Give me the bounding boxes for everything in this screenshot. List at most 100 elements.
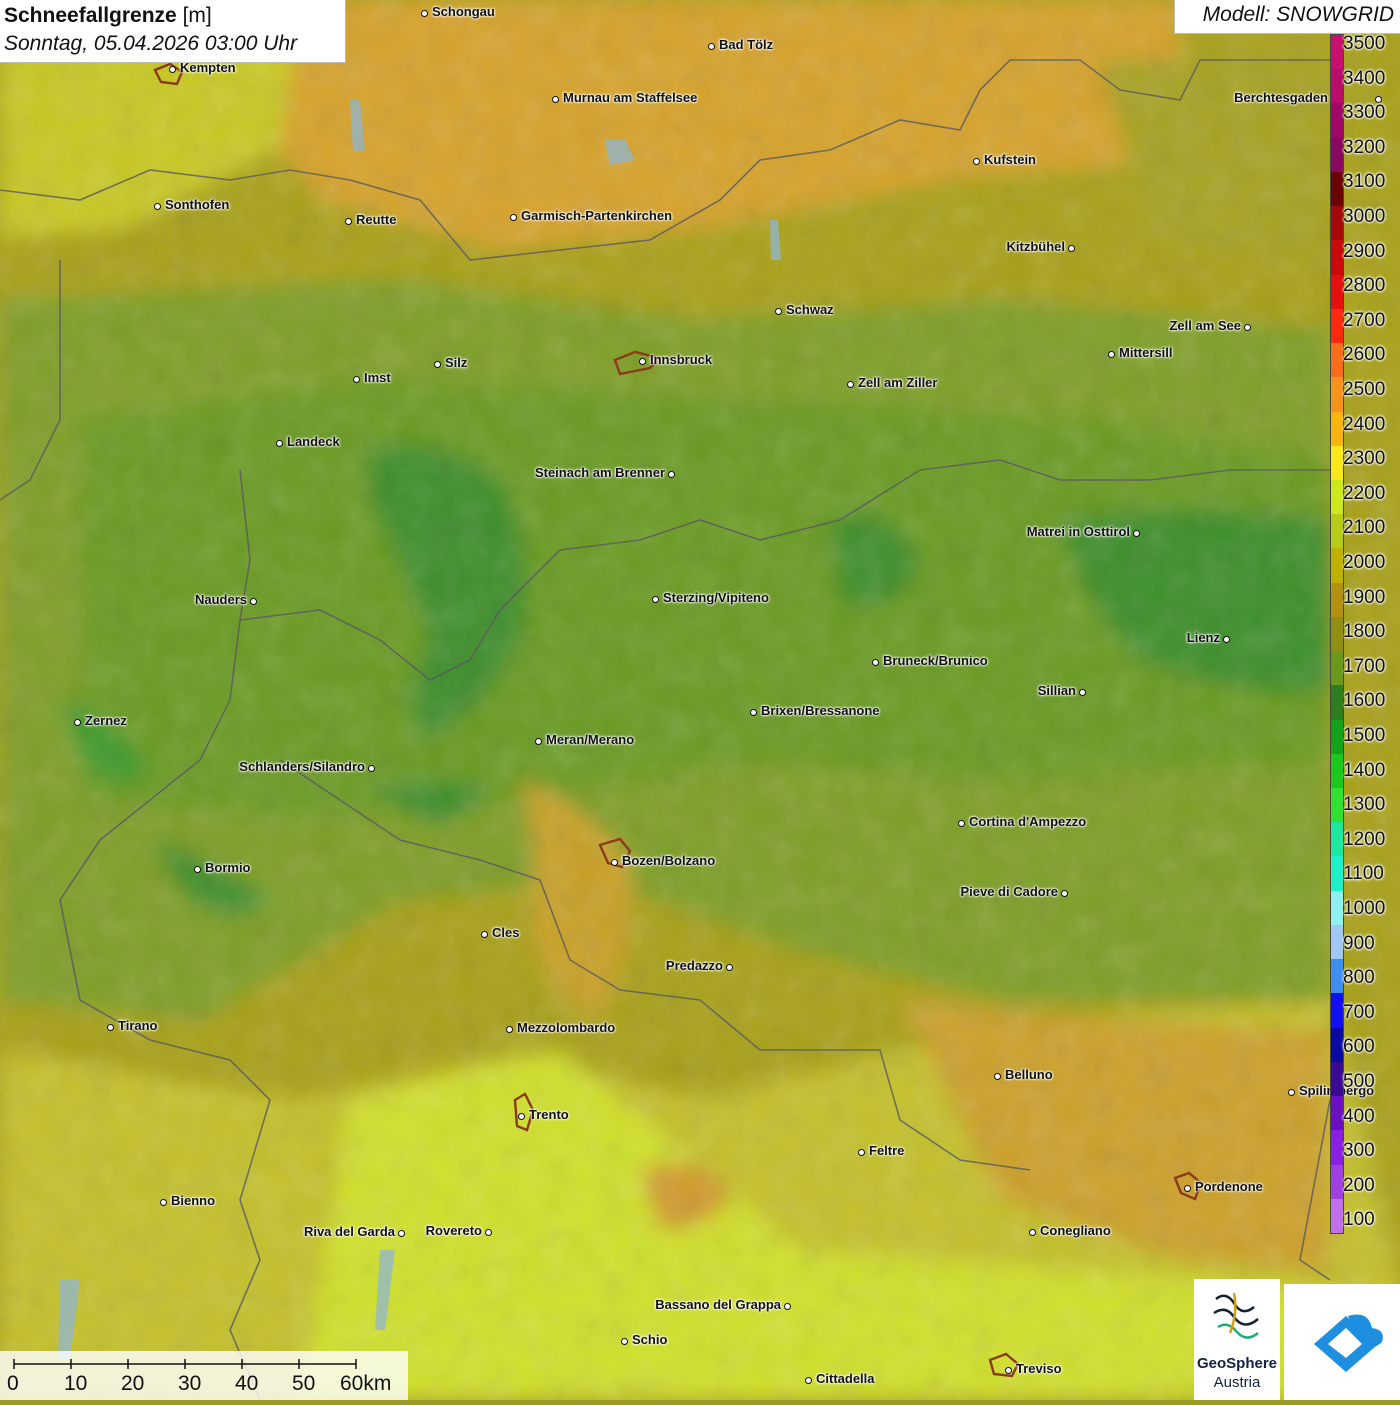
city-marker (249, 597, 257, 605)
city-label: Rovereto (425, 1223, 482, 1238)
city-label: Nauders (194, 592, 247, 607)
legend-label: 3500 (1343, 33, 1386, 54)
city-label: Schongau (432, 4, 495, 19)
city-marker (517, 1112, 525, 1120)
city-marker (168, 65, 176, 73)
legend-label: 1000 (1343, 898, 1386, 919)
legend-label: 2900 (1343, 240, 1386, 262)
color-legend-bar (1330, 34, 1344, 1234)
legend-swatch (1331, 1198, 1343, 1234)
city-label: Innsbruck (650, 352, 713, 367)
scale-label: 50 (292, 1372, 316, 1395)
legend-label: 1900 (1343, 586, 1386, 608)
legend-swatch (1331, 651, 1343, 686)
city-label: Conegliano (1040, 1223, 1111, 1238)
legend-label: 1600 (1343, 690, 1386, 712)
app-logo[interactable] (1284, 1284, 1400, 1400)
legend-label: 100 (1343, 1209, 1375, 1231)
legend-label: 2600 (1343, 344, 1386, 366)
legend-swatch (1331, 685, 1343, 721)
city-marker (551, 95, 559, 103)
legend-swatch (1331, 377, 1343, 412)
legend-swatch (1331, 445, 1343, 481)
city-marker (1004, 1366, 1012, 1374)
city-label: Lienz (1186, 630, 1220, 645)
city-marker (397, 1229, 405, 1237)
legend-label: 800 (1343, 967, 1375, 989)
city-label: Treviso (1016, 1361, 1062, 1376)
city-label: Pieve di Cadore (960, 884, 1058, 899)
city-label: Imst (364, 370, 391, 385)
scale-label: 0 (7, 1372, 19, 1395)
legend-label: 400 (1343, 1105, 1375, 1127)
map-title: Schneefallgrenze [m] (4, 4, 212, 27)
city-label: Murnau am Staffelsee (563, 90, 698, 105)
city-marker (480, 930, 488, 938)
legend-swatch (1331, 308, 1343, 344)
legend-label: 2000 (1343, 552, 1386, 573)
city-marker (367, 764, 375, 772)
city-marker (433, 360, 441, 368)
legend-swatch (1331, 35, 1343, 70)
city-label: Tirano (118, 1018, 158, 1033)
city-marker (420, 9, 428, 17)
legend-label: 2700 (1343, 309, 1386, 331)
geosphere-logo[interactable]: GeoSphere Austria (1194, 1279, 1280, 1400)
city-marker (1067, 244, 1075, 252)
city-label: Sillian (1037, 683, 1076, 698)
legend-label: 2200 (1343, 482, 1386, 504)
city-label: Zell am Ziller (858, 375, 938, 390)
city-marker (1107, 350, 1115, 358)
legend-swatch (1331, 206, 1343, 241)
legend-swatch (1331, 582, 1343, 618)
city-label: Schwaz (786, 302, 834, 317)
legend-label: 1700 (1343, 655, 1386, 677)
city-marker (972, 157, 980, 165)
city-marker (1078, 688, 1086, 696)
city-marker (846, 380, 854, 388)
city-label: Reutte (356, 212, 397, 227)
geosphere-name: GeoSphere (1196, 1355, 1278, 1372)
city-marker (505, 1025, 513, 1033)
legend-label: 200 (1343, 1174, 1375, 1196)
city-label: Sonthofen (165, 197, 230, 212)
legend-label: 2100 (1343, 517, 1386, 539)
city-marker (725, 963, 733, 971)
legend-swatch (1331, 1061, 1343, 1097)
legend-swatch (1331, 1130, 1343, 1166)
city-marker (610, 858, 618, 866)
city-marker (484, 1228, 492, 1236)
legend-swatch (1331, 69, 1343, 104)
legend-swatch (1331, 274, 1343, 310)
city-label: Zell am See (1169, 318, 1241, 333)
legend-label: 700 (1343, 1001, 1375, 1023)
scale-label: 30 (178, 1372, 202, 1395)
forecast-datetime: Sonntag, 05.04.2026 03:00 Uhr (4, 32, 298, 55)
legend-label: 3100 (1343, 171, 1386, 193)
city-label: Landeck (287, 434, 340, 449)
legend-swatch (1331, 1027, 1343, 1063)
legend-swatch (1331, 343, 1343, 378)
city-marker (857, 1148, 865, 1156)
city-label: Kufstein (984, 152, 1036, 167)
legend-swatch (1331, 548, 1343, 584)
legend-label: 2800 (1343, 275, 1386, 297)
scale-label: 60km (340, 1372, 392, 1395)
city-label: Mittersill (1119, 345, 1173, 360)
city-marker (1222, 635, 1230, 643)
legend-swatch (1331, 856, 1343, 892)
city-label: Schio (632, 1332, 668, 1347)
city-marker (153, 202, 161, 210)
city-marker (667, 470, 675, 478)
city-marker (957, 819, 965, 827)
legend-swatch (1331, 103, 1343, 139)
city-marker (1132, 529, 1140, 537)
city-label: Cles (492, 925, 520, 940)
legend-swatch (1331, 719, 1343, 755)
city-label: Mezzolombardo (517, 1020, 616, 1035)
city-label: Cittadella (816, 1371, 875, 1386)
legend-swatch (1331, 822, 1343, 857)
scale-label: 10 (64, 1372, 88, 1395)
city-marker (534, 737, 542, 745)
scale-label: 20 (121, 1372, 145, 1395)
